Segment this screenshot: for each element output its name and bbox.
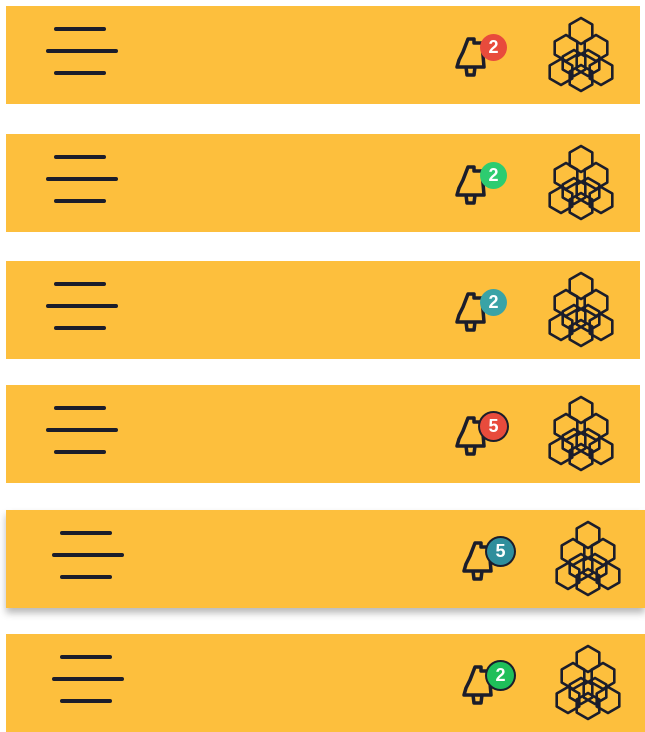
notification-button[interactable]: 5 xyxy=(461,534,525,590)
hexagon-cluster-logo xyxy=(555,644,621,721)
notification-button[interactable]: 5 xyxy=(454,409,518,465)
hamburger-icon[interactable] xyxy=(46,406,118,460)
hexagon-cluster-logo xyxy=(548,144,614,221)
hamburger-icon[interactable] xyxy=(46,282,118,336)
hexagon-cluster-logo xyxy=(548,271,614,348)
header-bar-3: 2 xyxy=(6,261,640,359)
hexagon-cluster-logo xyxy=(548,395,614,472)
notification-button[interactable]: 2 xyxy=(461,658,525,714)
header-bar-1: 2 xyxy=(6,6,640,104)
hamburger-icon[interactable] xyxy=(52,531,124,585)
header-bar-4: 5 xyxy=(6,385,640,483)
hamburger-icon[interactable] xyxy=(46,27,118,81)
notification-button[interactable]: 2 xyxy=(454,285,518,341)
hamburger-icon[interactable] xyxy=(46,155,118,209)
notification-badge: 2 xyxy=(480,34,507,61)
notification-badge: 5 xyxy=(487,538,514,565)
hamburger-icon[interactable] xyxy=(52,655,124,709)
notification-badge: 5 xyxy=(480,413,507,440)
notification-badge: 2 xyxy=(480,289,507,316)
hexagon-cluster-logo xyxy=(548,16,614,93)
header-bar-2: 2 xyxy=(6,134,640,232)
notification-badge: 2 xyxy=(487,662,514,689)
hexagon-cluster-logo xyxy=(555,520,621,597)
notification-badge: 2 xyxy=(480,162,507,189)
header-bar-6: 2 xyxy=(6,634,645,732)
notification-button[interactable]: 2 xyxy=(454,158,518,214)
header-bar-5: 5 xyxy=(6,510,645,608)
notification-button[interactable]: 2 xyxy=(454,30,518,86)
